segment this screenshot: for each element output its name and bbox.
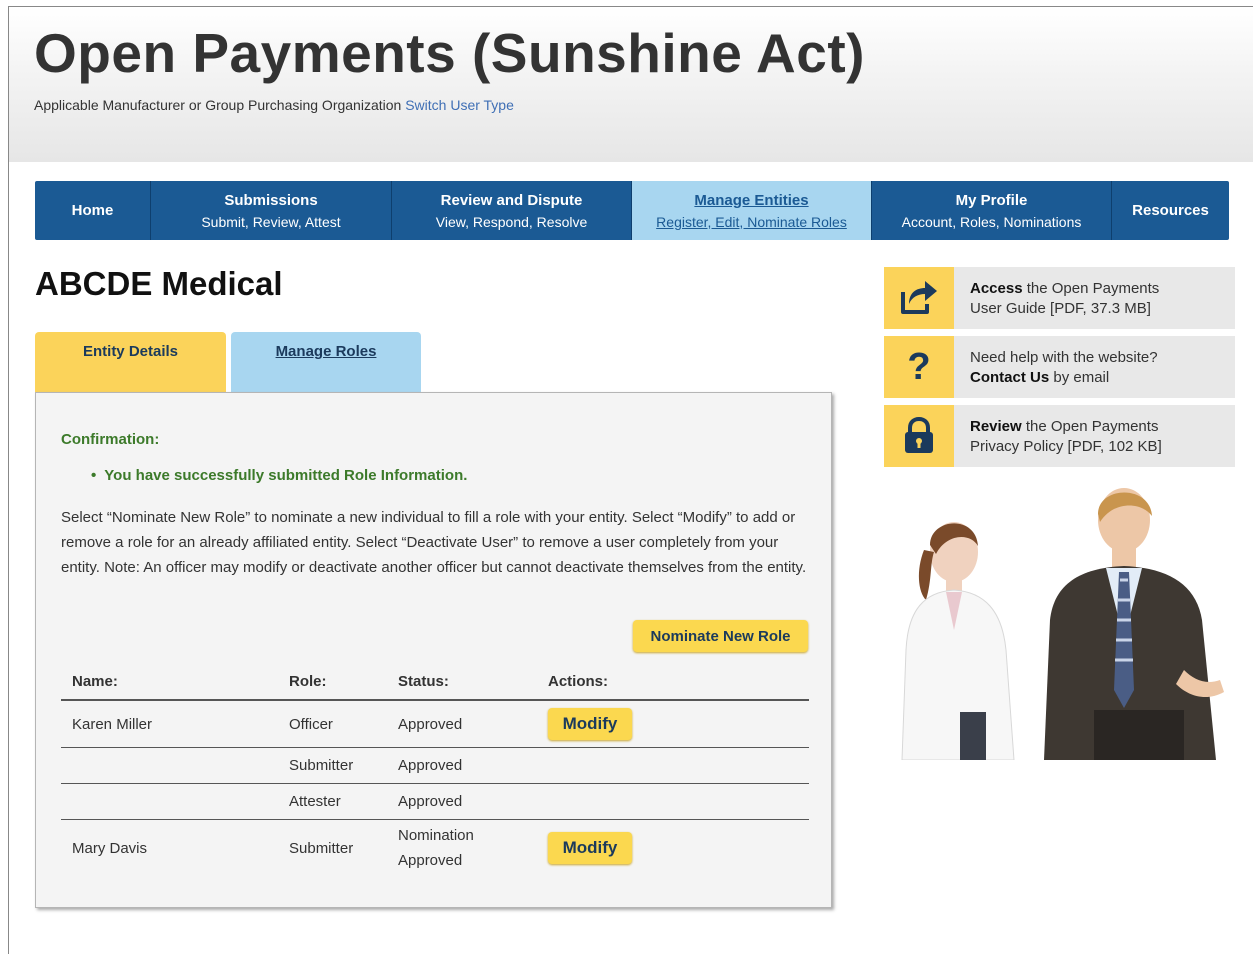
cell-status: Approved	[387, 700, 537, 748]
cell-status: Nomination Approved	[387, 820, 537, 877]
user-guide-card[interactable]: Access the Open Payments User Guide [PDF…	[884, 267, 1235, 329]
tab-manage-roles[interactable]: Manage Roles	[231, 332, 421, 394]
nav-my-profile[interactable]: My Profile Account, Roles, Nominations	[872, 181, 1112, 240]
instructions-text: Select “Nominate New Role” to nominate a…	[61, 509, 807, 576]
nav-review-dispute-label: Review and Dispute	[440, 191, 583, 209]
cell-role: Submitter	[278, 747, 387, 784]
nominate-new-role-button[interactable]: Nominate New Role	[633, 620, 808, 652]
contact-us-line2: by email	[1049, 369, 1110, 386]
contact-us-text: Need help with the website? Contact Us b…	[970, 348, 1158, 388]
table-header-row: Name: Role: Status: Actions:	[61, 663, 809, 701]
privacy-policy-link[interactable]: Review	[970, 418, 1022, 435]
nav-home-label: Home	[71, 202, 114, 219]
cell-name	[61, 747, 278, 784]
cell-name	[61, 783, 278, 820]
contact-us-card[interactable]: ? Need help with the website? Contact Us…	[884, 336, 1235, 398]
nav-resources[interactable]: Resources	[1112, 181, 1229, 240]
site-header: Open Payments (Sunshine Act) Applicable …	[9, 7, 1253, 162]
modify-button[interactable]: Modify	[548, 832, 632, 864]
nav-submissions-label: Submissions	[224, 191, 318, 209]
table-row: Mary Davis Submitter Nomination Approved…	[61, 820, 809, 877]
modify-button[interactable]: Modify	[548, 708, 632, 740]
cell-actions: Modify	[537, 700, 809, 748]
site-title: Open Payments (Sunshine Act)	[34, 22, 865, 84]
column-header-role: Role:	[278, 663, 387, 701]
cell-actions: Modify	[537, 820, 809, 877]
user-guide-text: Access the Open Payments User Guide [PDF…	[970, 279, 1159, 319]
cell-name: Karen Miller	[61, 700, 278, 748]
user-type-label: Applicable Manufacturer or Group Purchas…	[34, 97, 402, 113]
privacy-policy-line2: Privacy Policy [PDF, 102 KB]	[970, 438, 1162, 455]
status-line-1: Nomination	[398, 827, 474, 844]
nav-submissions-sub: Submit, Review, Attest	[201, 213, 341, 230]
cell-actions	[537, 747, 809, 784]
cell-role: Officer	[278, 700, 387, 748]
nav-manage-entities[interactable]: Manage Entities Register, Edit, Nominate…	[632, 181, 872, 240]
switch-user-type-link[interactable]: Switch User Type	[405, 97, 514, 113]
cell-role: Attester	[278, 783, 387, 820]
nav-submissions[interactable]: Submissions Submit, Review, Attest	[151, 181, 392, 240]
manage-roles-panel: Confirmation: You have successfully subm…	[35, 392, 832, 908]
cell-name: Mary Davis	[72, 839, 148, 857]
privacy-policy-text: Review the Open Payments Privacy Policy …	[970, 417, 1162, 457]
table-row: Attester Approved	[61, 783, 809, 820]
main-nav: Home Submissions Submit, Review, Attest …	[35, 181, 1229, 240]
status-line-2: Approved	[398, 852, 463, 869]
professionals-photo	[884, 480, 1235, 761]
nav-resources-label: Resources	[1132, 202, 1209, 219]
cell-role: Submitter	[289, 839, 354, 857]
nav-review-dispute-sub: View, Respond, Resolve	[435, 213, 588, 230]
column-header-actions: Actions:	[537, 663, 809, 701]
lock-icon	[884, 405, 954, 467]
confirmation-message: You have successfully submitted Role Inf…	[91, 467, 467, 484]
privacy-policy-card[interactable]: Review the Open Payments Privacy Policy …	[884, 405, 1235, 467]
nav-manage-entities-sub: Register, Edit, Nominate Roles	[656, 213, 847, 230]
user-type-line: Applicable Manufacturer or Group Purchas…	[34, 97, 514, 113]
cell-status: Approved	[387, 747, 537, 784]
nav-my-profile-label: My Profile	[955, 191, 1028, 209]
tab-entity-details[interactable]: Entity Details	[35, 332, 226, 394]
nav-manage-entities-label: Manage Entities	[694, 191, 809, 209]
contact-us-link[interactable]: Contact Us	[970, 369, 1049, 386]
cell-status: Approved	[387, 783, 537, 820]
nav-home[interactable]: Home	[35, 181, 151, 240]
share-arrow-icon	[884, 267, 954, 329]
user-guide-line2: User Guide [PDF, 37.3 MB]	[970, 300, 1151, 317]
cell-actions	[537, 783, 809, 820]
user-guide-line1: the Open Payments	[1022, 280, 1160, 297]
nav-my-profile-sub: Account, Roles, Nominations	[901, 213, 1082, 230]
table-row: Karen Miller Officer Approved Modify	[61, 700, 809, 748]
question-mark-icon: ?	[884, 336, 954, 398]
entity-name-heading: ABCDE Medical	[35, 265, 283, 302]
user-guide-link[interactable]: Access	[970, 280, 1023, 297]
nav-review-dispute[interactable]: Review and Dispute View, Respond, Resolv…	[392, 181, 632, 240]
column-header-status: Status:	[387, 663, 537, 701]
confirmation-title: Confirmation:	[61, 431, 160, 448]
table-row: Submitter Approved	[61, 747, 809, 784]
column-header-name: Name:	[61, 663, 278, 701]
privacy-policy-line1: the Open Payments	[1021, 418, 1159, 435]
contact-us-line1: Need help with the website?	[970, 349, 1158, 366]
roles-table: Name: Role: Status: Actions: Karen Mille…	[61, 663, 809, 876]
